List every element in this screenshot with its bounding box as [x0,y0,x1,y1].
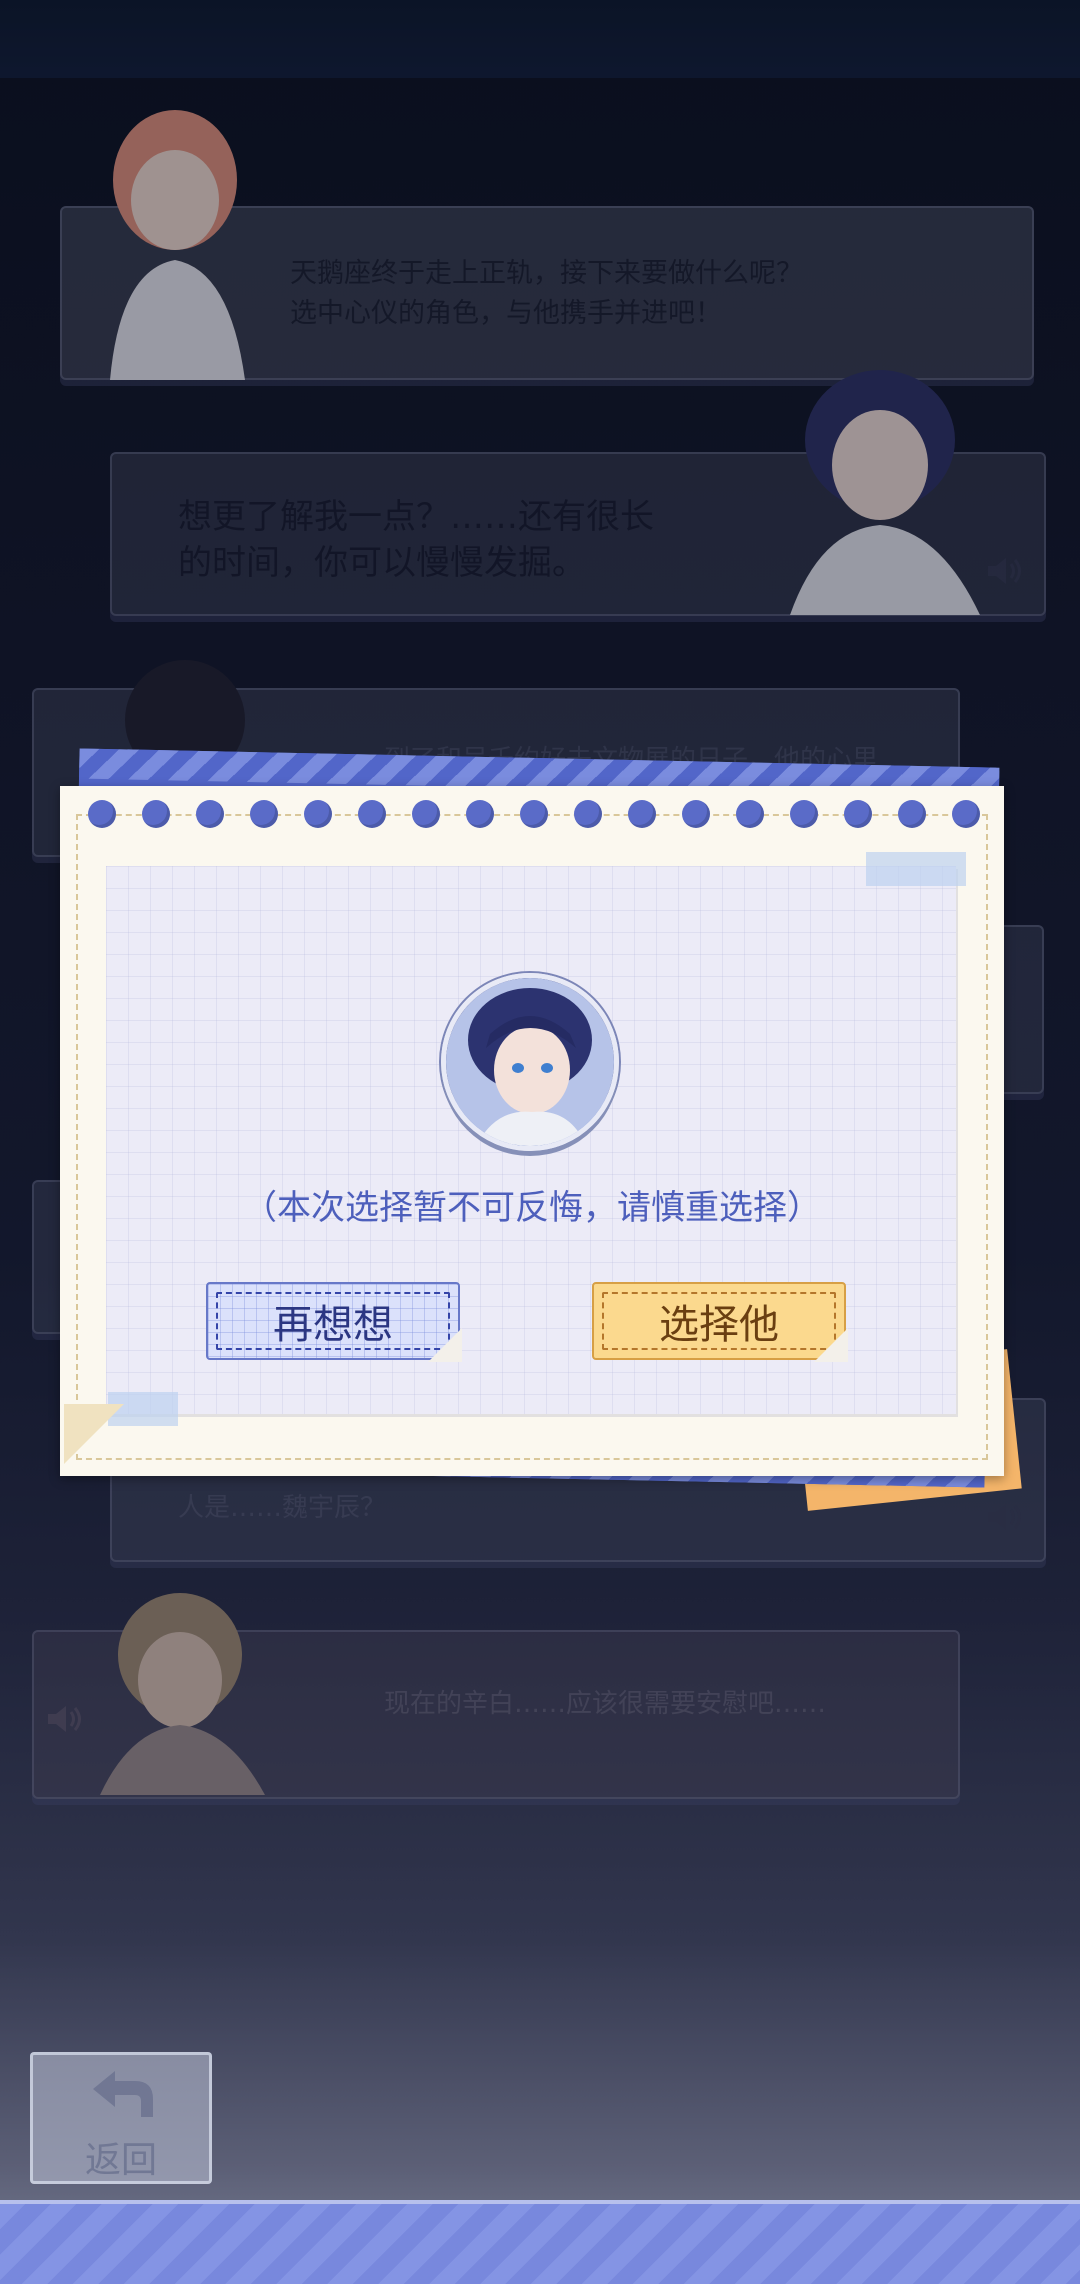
return-arrow-icon [93,2071,153,2117]
speaker-icon[interactable] [984,554,1024,588]
binding-ring [628,800,656,828]
binding-ring [250,800,278,828]
binding-ring [88,800,116,828]
back-label: 返回 [84,2140,157,2181]
warning-text: （本次选择暂不可反悔，请慎重选择） [243,1188,821,1228]
binding-ring [952,800,980,828]
dialogue-text: 现在的辛白……应该很需要安慰吧…… [384,1689,827,1719]
binding-ring [790,800,818,828]
choose-him-button[interactable]: 选择他 [592,1282,848,1362]
tape [866,852,966,886]
button-corner-fold [428,1328,462,1362]
character-avatar [441,973,619,1151]
binding-ring [142,800,170,828]
binding-ring [466,800,494,828]
rethink-button[interactable]: 再想想 [206,1282,462,1362]
binding-ring [304,800,332,828]
dialogue-text: 人是……魏宇辰？ [178,1493,387,1523]
dialogue-text: 想更了解我一点？……还有很长 的时间，你可以慢慢发掘。 [178,497,654,583]
dark-haired-man-portrait [790,370,980,615]
female-guide-portrait [110,110,245,380]
button-corner-fold [814,1328,848,1362]
binding-ring [196,800,224,828]
choose-him-label: 选择他 [659,1302,779,1348]
binding-ring [412,800,440,828]
binding-ring [358,800,386,828]
blond-man-portrait [100,1593,265,1795]
binding-ring [898,800,926,828]
binding-ring [520,800,548,828]
binding-ring [682,800,710,828]
dialogue-text: 天鹅座终于走上正轨，接下来要做什么呢？ 选中心仪的角色，与他携手并进吧！ [290,258,803,329]
binding-ring [844,800,872,828]
bottom-bar [0,2200,1080,2284]
top-bar [0,0,1080,78]
corner-fold [64,1404,124,1464]
binding-ring [736,800,764,828]
back-button[interactable]: 返回 [30,2052,212,2184]
rethink-label: 再想想 [273,1302,393,1348]
speaker-icon[interactable] [44,1702,84,1736]
binding-ring [574,800,602,828]
speaker-icon[interactable] [984,1500,1024,1534]
